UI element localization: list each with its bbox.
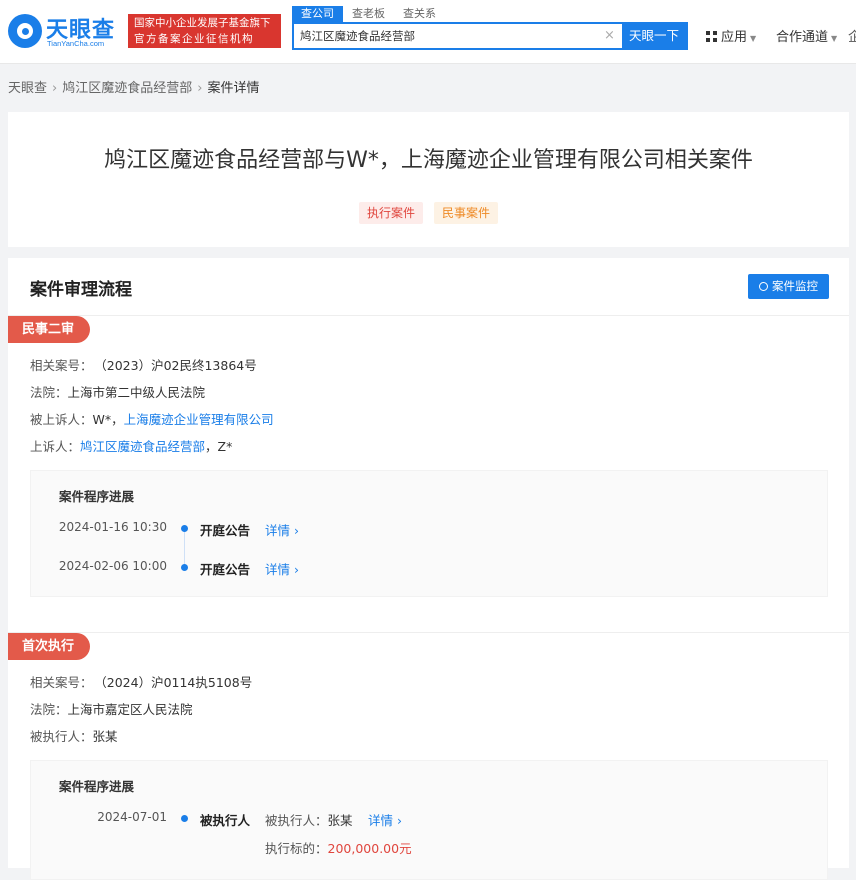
case-header-card: 鸠江区魔迹食品经营部与W*，上海魔迹企业管理有限公司相关案件 执行案件 民事案件 [8, 112, 849, 247]
case-process-card: 案件审理流程 案件监控 民事二审 相关案号： （2023）沪02民终13864号 … [8, 258, 849, 880]
party-value: 张某 [327, 813, 353, 828]
timeline-dot [181, 815, 188, 822]
clear-icon[interactable]: × [604, 29, 615, 43]
tag-enforcement: 执行案件 [358, 202, 423, 224]
court-value: 上海市第二中级人民法院 [67, 385, 206, 400]
event-name: 被执行人 [200, 813, 251, 828]
nav-apps[interactable]: 应用 ▼ [706, 26, 756, 45]
event-date: 2024-02-06 10:00 [58, 559, 167, 573]
badge-line-2: 官方备案企业征信机构 [134, 33, 254, 45]
event-date: 2024-07-01 [97, 810, 167, 824]
detail-link-label: 详情 [265, 562, 291, 577]
appellee-company-link[interactable]: 上海魔迹企业管理有限公司 [124, 412, 274, 427]
event-amount: 执行标的：200,000.00元 [265, 838, 412, 857]
field-label: 相关案号： [30, 675, 93, 690]
nav-apps-label: 应用 [721, 30, 748, 45]
chevron-right-icon: › [197, 81, 203, 96]
field-court: 法院：上海市第二中级人民法院 [30, 382, 205, 401]
stage-badge-first-enforcement: 首次执行 [8, 633, 91, 660]
detail-link[interactable]: 详情 › [368, 810, 402, 829]
progress-title: 案件程序进展 [59, 779, 135, 794]
progress-panel: 案件程序进展 2024-01-16 10:30 开庭公告 详情 › 2024-0… [30, 470, 828, 597]
location-pin-icon [759, 282, 768, 291]
field-case-no: 相关案号： （2023）沪02民终13864号 [30, 355, 257, 374]
field-executed-party: 被执行人：张某 [30, 726, 118, 745]
logo-domain: TianYanCha.com [47, 39, 105, 48]
chevron-right-icon: › [52, 81, 58, 96]
progress-panel: 案件程序进展 2024-07-01 被执行人 被执行人：张某 详情 › 执行标的… [30, 760, 828, 880]
case-tags: 执行案件 民事案件 [8, 202, 849, 224]
chevron-right-icon: › [393, 813, 402, 828]
field-label: 法院： [30, 702, 68, 717]
grid-icon [706, 31, 717, 42]
case-no-value: （2024）沪0114执5108号 [100, 675, 253, 690]
breadcrumb-current: 案件详情 [207, 81, 260, 96]
timeline-dot [181, 564, 188, 571]
process-title: 案件审理流程 [30, 280, 132, 300]
divider [8, 315, 849, 316]
tag-civil: 民事案件 [434, 202, 499, 224]
tab-search-relation[interactable]: 查关系 [394, 6, 445, 22]
detail-link[interactable]: 详情 › [265, 520, 299, 539]
search-button[interactable]: 天眼一下 [622, 24, 686, 48]
event-name: 开庭公告 [200, 523, 251, 538]
divider [8, 632, 849, 633]
tab-search-company[interactable]: 查公司 [292, 6, 343, 22]
field-label: 上诉人： [30, 439, 81, 454]
nav-partner[interactable]: 合作通道 ▼ [776, 26, 837, 45]
chevron-down-icon: ▼ [750, 34, 757, 43]
field-label: 法院： [30, 385, 68, 400]
case-no-value: （2023）沪02民终13864号 [100, 358, 257, 373]
nav-partner-label: 合作通道 [776, 30, 829, 45]
event-date: 2024-01-16 10:30 [58, 520, 167, 534]
chevron-down-icon: ▼ [831, 34, 838, 43]
chevron-right-icon: › [290, 523, 299, 538]
breadcrumb: 天眼查 › 鸠江区魔迹食品经营部 › 案件详情 [8, 77, 259, 96]
field-label: 被执行人： [30, 729, 93, 744]
case-monitor-label: 案件监控 [772, 279, 818, 293]
case-title: 鸠江区魔迹食品经营部与W*，上海魔迹企业管理有限公司相关案件 [104, 148, 753, 173]
top-header: 天眼查 TianYanCha.com 国家中小企业发展子基金旗下 官方备案企业征… [0, 0, 856, 64]
eye-logo-icon [8, 14, 42, 48]
chevron-right-icon: › [290, 562, 299, 577]
court-value: 上海市嘉定区人民法院 [67, 702, 193, 717]
badge-line-1: 国家中小企业发展子基金旗下 [134, 17, 271, 29]
nav-overflow[interactable]: 企 [848, 26, 856, 45]
executed-value: 张某 [92, 729, 118, 744]
amount-value: 200,000.00元 [327, 841, 412, 856]
amount-label: 执行标的： [265, 841, 328, 856]
search-box: × 天眼一下 [292, 22, 688, 50]
field-label: 相关案号： [30, 358, 93, 373]
tab-search-boss[interactable]: 查老板 [343, 6, 394, 22]
search-tabs: 查公司 查老板 查关系 [292, 6, 445, 22]
official-badge: 国家中小企业发展子基金旗下 官方备案企业征信机构 [128, 14, 281, 48]
case-monitor-button[interactable]: 案件监控 [748, 274, 829, 299]
breadcrumb-company[interactable]: 鸠江区魔迹食品经营部 [62, 81, 192, 96]
field-case-no: 相关案号： （2024）沪0114执5108号 [30, 672, 252, 691]
detail-link-label: 详情 [265, 523, 291, 538]
detail-link[interactable]: 详情 › [265, 559, 299, 578]
stage-badge-civil-second: 民事二审 [8, 316, 91, 343]
breadcrumb-home[interactable]: 天眼查 [8, 81, 47, 96]
appellee-value: W*， [92, 412, 124, 427]
party-label: 被执行人： [265, 813, 328, 828]
field-appellant: 上诉人：鸠江区魔迹食品经营部，Z* [30, 436, 232, 455]
detail-link-label: 详情 [368, 813, 394, 828]
field-appellee: 被上诉人：W*，上海魔迹企业管理有限公司 [30, 409, 274, 428]
timeline-line [184, 528, 185, 566]
field-label: 被上诉人： [30, 412, 93, 427]
appellant-company-link[interactable]: 鸠江区魔迹食品经营部 [80, 439, 205, 454]
field-court: 法院：上海市嘉定区人民法院 [30, 699, 193, 718]
event-party: 被执行人：张某 [265, 810, 353, 829]
progress-title: 案件程序进展 [59, 489, 135, 504]
appellant-value: ，Z* [205, 439, 233, 454]
search-input[interactable] [300, 24, 600, 48]
event-name: 开庭公告 [200, 562, 251, 577]
timeline-dot [181, 525, 188, 532]
tianyancha-logo[interactable]: 天眼查 TianYanCha.com [8, 12, 120, 52]
